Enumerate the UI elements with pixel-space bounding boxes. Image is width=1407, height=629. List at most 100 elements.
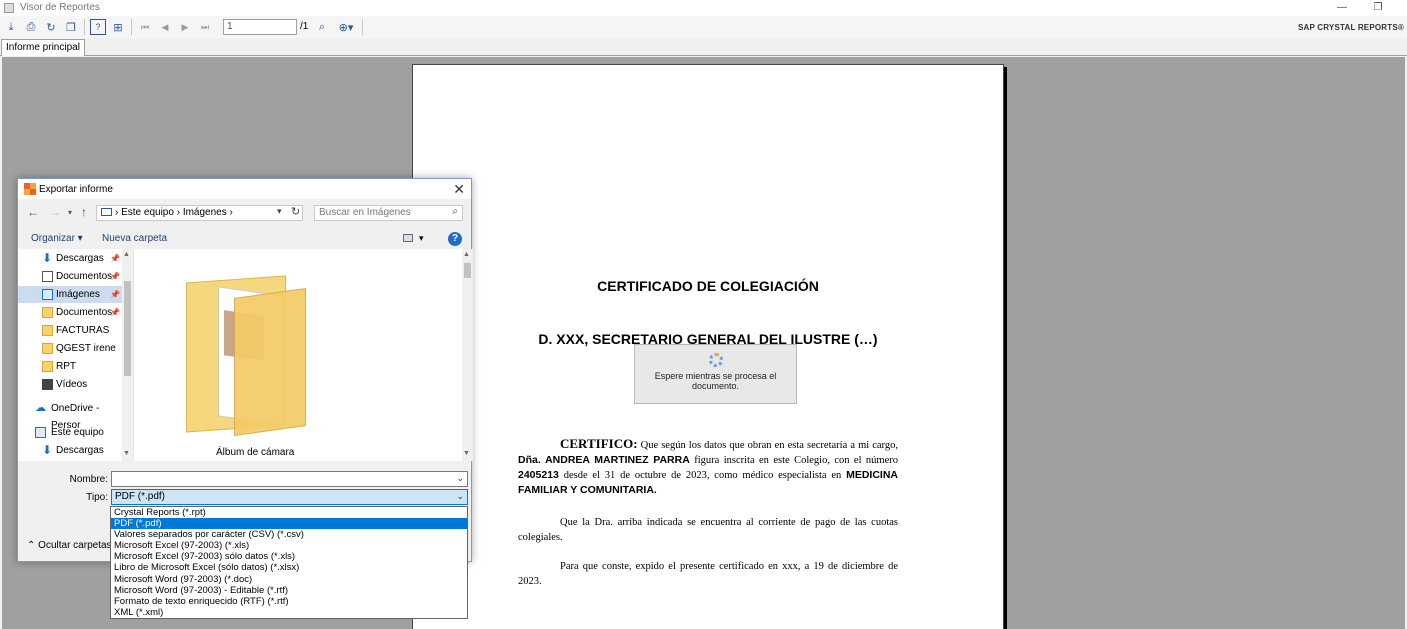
- brand-label: SAP CRYSTAL REPORTS®: [1297, 23, 1404, 32]
- new-folder-button[interactable]: Nueva carpeta: [102, 233, 167, 244]
- nav-item-label: QGEST irene: [56, 343, 116, 354]
- video-icon: [42, 379, 53, 390]
- refresh-icon[interactable]: ↻: [43, 19, 59, 35]
- report-toolbar: ⤓ ⎙ ↻ ❐ ? ⊞ ⏮ ◀ ▶ ⏭ 1 /1 ⌕ ⊕▾ SAP CRYSTA…: [0, 16, 1407, 38]
- hide-folders-button[interactable]: ⌃ Ocultar carpetas: [27, 540, 112, 551]
- navigation-scrollbar[interactable]: ▲ ▼: [122, 249, 133, 461]
- breadcrumb-pictures[interactable]: Imágenes: [183, 207, 227, 218]
- file-type-select[interactable]: PDF (*.pdf) ⌄: [111, 489, 468, 505]
- file-type-value: PDF (*.pdf): [115, 491, 166, 502]
- export-dialog: Exportar informe ✕ ← → ▾ ↑ › Este equipo…: [17, 178, 473, 562]
- chevron-down-icon[interactable]: ⌄: [456, 491, 464, 502]
- last-page-icon[interactable]: ⏭: [197, 19, 213, 35]
- toolbar-separator: [362, 19, 363, 35]
- help-icon[interactable]: ?: [448, 232, 462, 246]
- window-titlebar: Visor de Reportes — ❐: [0, 0, 1407, 16]
- view-dropdown-icon[interactable]: ▾: [419, 233, 424, 244]
- address-dropdown-icon[interactable]: ▾: [277, 206, 282, 217]
- nav-item-facturas[interactable]: FACTURAS: [18, 322, 122, 339]
- copy-icon[interactable]: ❐: [63, 19, 79, 35]
- view-options-icon[interactable]: [403, 234, 413, 242]
- nav-item-rpt[interactable]: RPT: [18, 358, 122, 375]
- back-arrow-icon[interactable]: ←: [27, 205, 39, 219]
- tab-main-report[interactable]: Informe principal: [1, 39, 85, 56]
- nav-item-pictures[interactable]: Imágenes 📌: [18, 286, 122, 303]
- scroll-up-icon[interactable]: ▲: [123, 251, 130, 258]
- nav-item-qgest-irene[interactable]: QGEST irene: [18, 340, 122, 357]
- nav-item-this-pc[interactable]: Este equipo: [18, 424, 122, 441]
- group-tree-icon[interactable]: ⊞: [110, 19, 126, 35]
- breadcrumb-separator: ›: [226, 207, 233, 218]
- file-type-dropdown[interactable]: Crystal Reports (*.rpt) PDF (*.pdf) Valo…: [110, 506, 468, 619]
- scroll-down-icon[interactable]: ▼: [463, 450, 470, 457]
- print-icon[interactable]: ⎙: [23, 19, 39, 35]
- file-type-option[interactable]: Microsoft Excel (97-2003) sólo datos (*.…: [111, 551, 467, 562]
- file-type-option[interactable]: Formato de texto enriquecido (RTF) (*.rt…: [111, 596, 467, 607]
- window-title: Visor de Reportes: [20, 2, 100, 13]
- minimize-button[interactable]: —: [1327, 0, 1357, 16]
- nav-item-downloads-pc[interactable]: ⬇ Descargas: [18, 442, 122, 459]
- previous-page-icon[interactable]: ◀: [157, 19, 173, 35]
- file-type-option[interactable]: Libro de Microsoft Excel (sólo datos) (*…: [111, 562, 467, 573]
- file-type-option[interactable]: Microsoft Word (97-2003) (*.doc): [111, 574, 467, 585]
- file-type-option[interactable]: XML (*.xml): [111, 607, 467, 618]
- computer-icon: [35, 427, 46, 438]
- processing-message: Espere mientras se procesa el documento.: [654, 371, 777, 391]
- certificate-paragraph-3: Para que conste, expido el presente cert…: [518, 561, 898, 587]
- member-name: Dña. ANDREA MARTINEZ PARRA: [518, 454, 690, 466]
- nav-item-label: Imágenes: [56, 289, 100, 300]
- file-type-option[interactable]: Microsoft Excel (97-2003) (*.xls): [111, 540, 467, 551]
- first-page-icon[interactable]: ⏮: [137, 19, 153, 35]
- certificate-paragraph-1: CERTIFICO: Que según los datos que obran…: [518, 436, 898, 498]
- pin-icon: 📌: [110, 254, 120, 263]
- file-name-label: Nombre:: [69, 474, 108, 485]
- zoom-icon[interactable]: ⊕▾: [334, 19, 358, 35]
- content-scrollbar[interactable]: ▲ ▼: [462, 249, 473, 461]
- chevron-down-icon[interactable]: ⌄: [456, 473, 464, 484]
- file-type-option-selected[interactable]: PDF (*.pdf): [111, 518, 467, 530]
- scrollbar-thumb[interactable]: [124, 281, 131, 376]
- up-arrow-icon[interactable]: ↑: [81, 205, 87, 219]
- scroll-down-icon[interactable]: ▼: [123, 450, 130, 457]
- pictures-icon: [42, 289, 53, 300]
- dialog-commandbar: Organizar ▾ Nueva carpeta ▾ ?: [18, 229, 471, 249]
- certificate-title: CERTIFICADO DE COLEGIACIÓN: [597, 278, 819, 294]
- organize-button[interactable]: Organizar ▾: [31, 233, 83, 244]
- nav-item-label: Descargas: [56, 253, 104, 264]
- nav-item-videos[interactable]: Vídeos: [18, 376, 122, 393]
- close-icon[interactable]: ✕: [453, 181, 465, 198]
- export-icon[interactable]: ⤓: [3, 19, 19, 35]
- next-page-icon[interactable]: ▶: [177, 19, 193, 35]
- file-name-input[interactable]: ⌄: [111, 471, 468, 487]
- computer-icon: [101, 208, 112, 216]
- folder-label[interactable]: Álbum de cámara: [216, 447, 294, 458]
- folder-icon: [42, 361, 53, 372]
- file-type-option[interactable]: Microsoft Word (97-2003) - Editable (*.r…: [111, 585, 467, 596]
- nav-item-onedrive[interactable]: ☁ OneDrive - Persor: [18, 400, 122, 432]
- file-type-option[interactable]: Crystal Reports (*.rpt): [111, 507, 467, 518]
- page-number-input[interactable]: 1: [223, 19, 297, 35]
- nav-item-label: Vídeos: [56, 379, 88, 390]
- file-type-option[interactable]: Valores separados por carácter (CSV) (*.…: [111, 529, 467, 540]
- folder-icon: [42, 343, 53, 354]
- recent-locations-icon[interactable]: ▾: [68, 208, 72, 217]
- breadcrumb-this-pc[interactable]: Este equipo: [121, 207, 174, 218]
- camera-roll-folder-icon[interactable]: [186, 273, 311, 437]
- scroll-up-icon[interactable]: ▲: [463, 251, 470, 258]
- refresh-icon[interactable]: ↻: [291, 205, 300, 218]
- nav-item-documents[interactable]: Documentos 📌: [18, 268, 122, 285]
- nav-item-documents-folder[interactable]: Documentos 📌: [18, 304, 122, 321]
- address-bar[interactable]: › Este equipo › Imágenes ›: [96, 205, 303, 221]
- forward-arrow-icon[interactable]: →: [49, 205, 61, 219]
- find-icon[interactable]: ⌕: [314, 19, 330, 35]
- search-input[interactable]: Buscar en Imágenes ⌕: [314, 205, 463, 221]
- restore-button[interactable]: ❐: [1363, 0, 1393, 16]
- processing-overlay: Espere mientras se procesa el documento.: [634, 344, 797, 404]
- scrollbar-thumb[interactable]: [464, 263, 471, 278]
- toggle-parameters-icon[interactable]: ?: [90, 19, 106, 35]
- certifico-heading: CERTIFICO:: [560, 436, 638, 451]
- nav-item-downloads[interactable]: ⬇ Descargas 📌: [18, 250, 122, 267]
- file-list-pane: Álbum de cámara ▲ ▼: [133, 249, 473, 461]
- file-type-label: Tipo:: [86, 492, 108, 503]
- page-total: /1: [300, 21, 309, 32]
